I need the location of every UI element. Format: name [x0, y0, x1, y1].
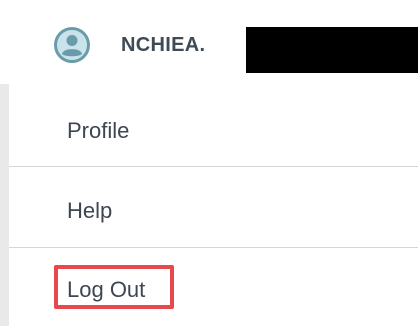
page-left-edge: [0, 84, 9, 326]
menu-item-label: Profile: [67, 118, 130, 143]
user-header[interactable]: NCHIEA.: [18, 0, 418, 88]
redacted-name-block: [246, 27, 418, 73]
log-out-highlight-box: [54, 265, 174, 309]
menu-item-profile[interactable]: Profile: [9, 88, 418, 168]
menu-item-label: Help: [67, 198, 113, 223]
user-dropdown-menu: Profile Help Log Out: [9, 88, 418, 326]
menu-item-help[interactable]: Help: [9, 167, 418, 247]
header-left-divider: [0, 0, 19, 84]
user-avatar-icon: [54, 27, 90, 63]
username-label: NCHIEA.: [121, 34, 206, 56]
